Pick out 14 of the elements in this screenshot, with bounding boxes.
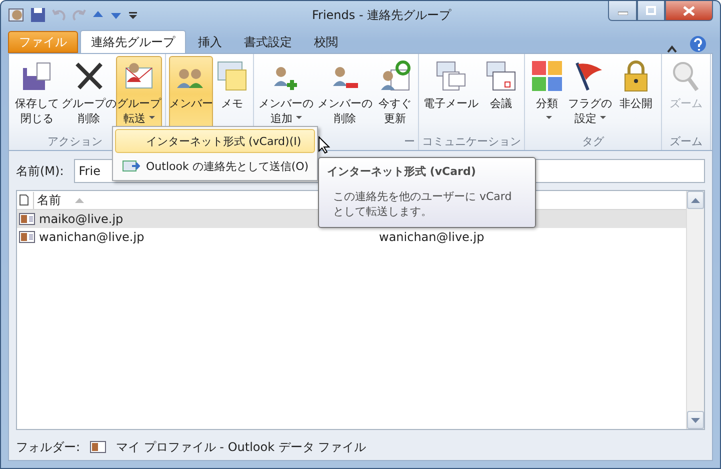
folder-name: マイ プロファイル - Outlook データ ファイル [116,438,366,456]
group-label: ズーム [670,135,702,148]
field-label: 名前(M): [16,162,64,180]
group-label: コミュニケーション [422,135,521,148]
contact-email: wanichan@live.jp [379,230,484,244]
status-label: フォルダー: [16,438,80,456]
contact-name: maiko@live.jp [38,212,124,226]
group-label: タグ [582,135,604,148]
tooltip-title: インターネット形式 (vCard) [327,164,477,179]
contact-name: wanichan@live.jp [38,230,144,244]
tooltip-text: この連絡先を他のユーザーに vCard として転送します。 [332,189,513,219]
group-label: アクション [48,135,102,148]
group-label: ー [404,135,415,148]
window-title: Friends - 連絡先グループ [312,6,452,24]
